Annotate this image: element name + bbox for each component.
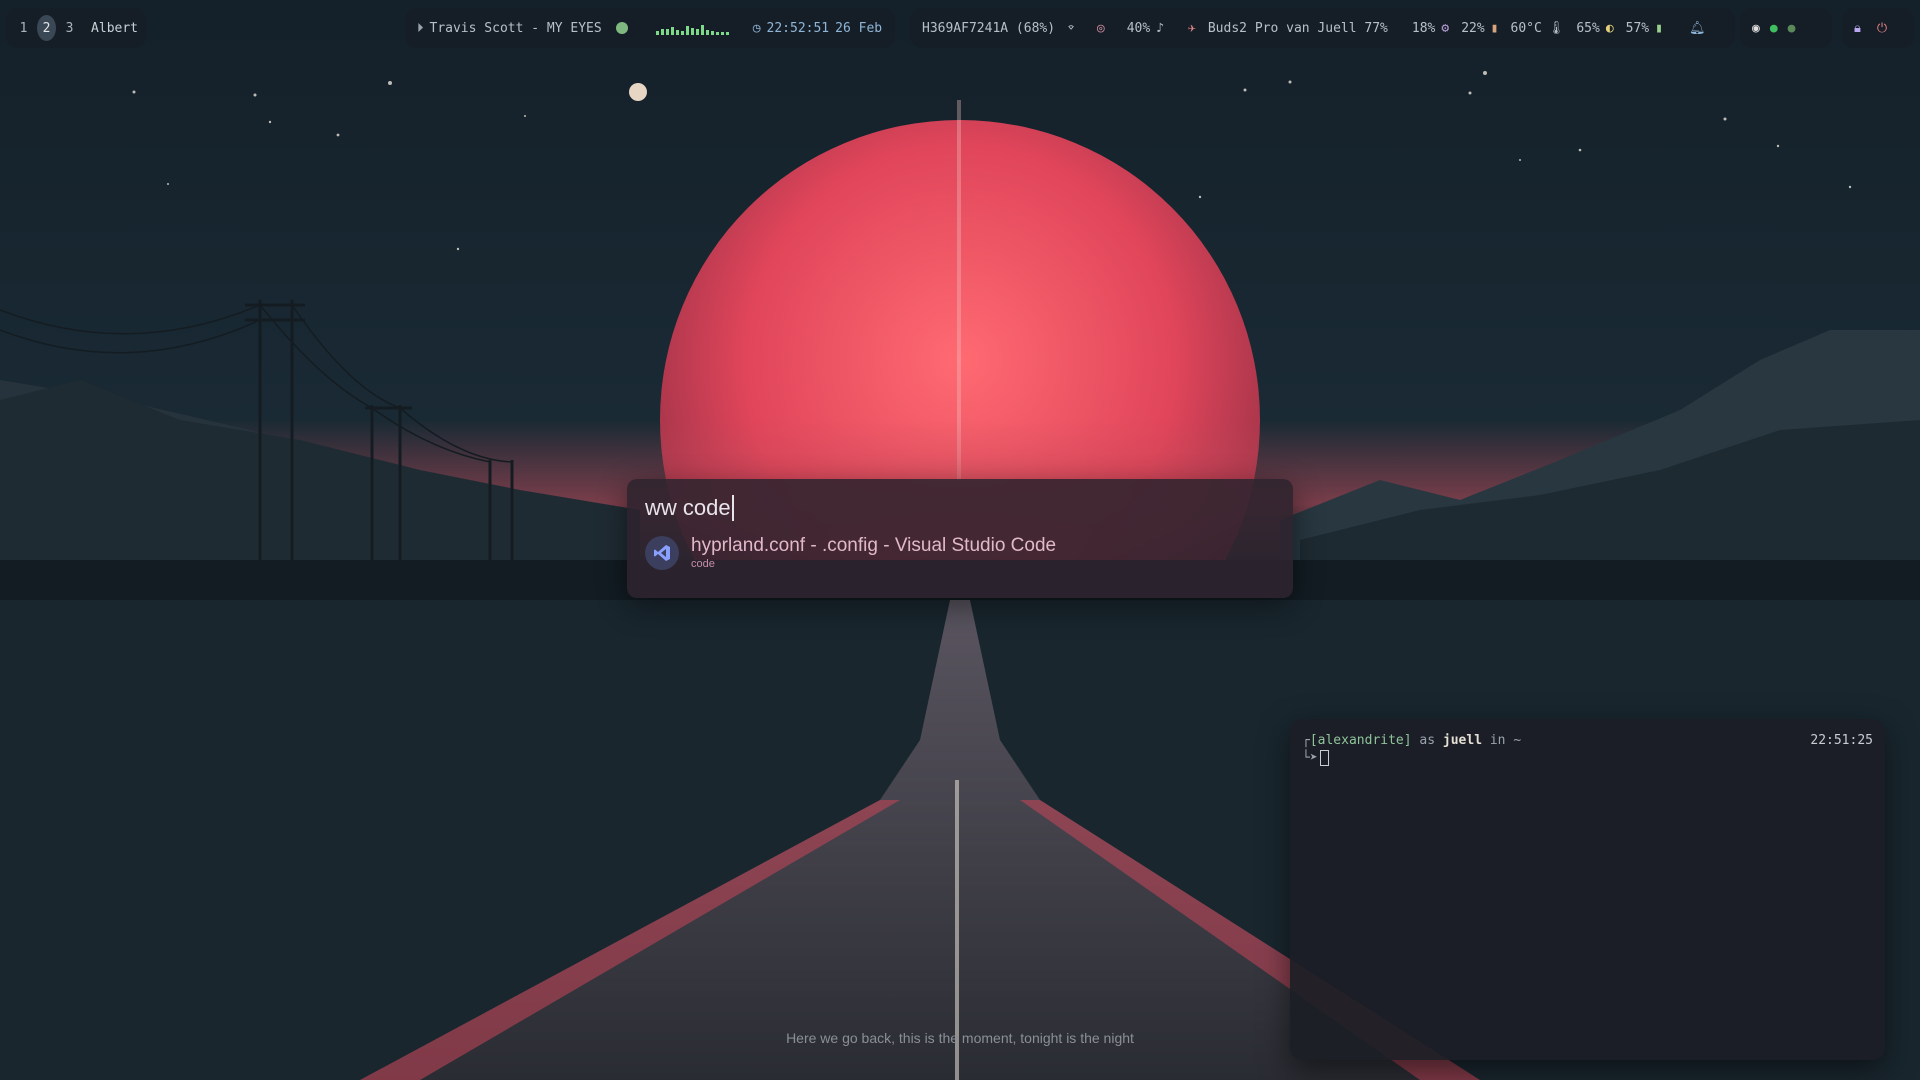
prompt: ┌[alexandrite] as juell in ~	[1302, 733, 1522, 748]
power-icon[interactable]: ⏻	[1877, 21, 1887, 36]
spotify-icon	[615, 22, 628, 34]
wifi-icon: ⌔	[1067, 20, 1075, 36]
volume-value[interactable]: 40%	[1127, 21, 1150, 36]
memory-value[interactable]: 22%	[1461, 21, 1484, 36]
prompt-as: as	[1419, 733, 1436, 748]
result-title: hyprland.conf - .config - Visual Studio …	[691, 535, 1057, 556]
text-caret	[731, 495, 734, 521]
tray-obs-icon[interactable]: ◉	[1752, 21, 1760, 36]
prompt-user: juell	[1442, 733, 1483, 748]
clock-icon: ◷	[752, 20, 761, 36]
brightness-icon: ◐	[1605, 20, 1614, 36]
bluetooth-headset-icon: ✈	[1188, 20, 1196, 36]
headphones-icon: ♪	[1156, 20, 1165, 36]
terminal-cursor	[1319, 750, 1329, 766]
bluetooth-device[interactable]: Buds2 Pro van Juell 77%	[1208, 21, 1388, 36]
launcher-query: ww code	[645, 495, 731, 520]
cpu-value[interactable]: 18%	[1412, 21, 1435, 36]
eye-off-icon[interactable]: ◎	[1097, 21, 1105, 36]
result-subtitle: code	[691, 558, 715, 570]
status-group: H369AF7241A (68%) ⌔ ◎ 40% ♪ ✈ Buds2 Pro …	[910, 8, 1735, 48]
prompt-dir: in ~	[1489, 733, 1522, 748]
audio-visualizer	[655, 21, 729, 35]
small-moon	[629, 83, 647, 101]
prompt-line: ┌[alexandrite] as juell in ~ 22:51:25	[1302, 733, 1873, 748]
workspace-1[interactable]: 1	[14, 15, 33, 41]
terminal-window[interactable]: ┌[alexandrite] as juell in ~ 22:51:25 └➤	[1290, 719, 1885, 1060]
tray-spotify-icon[interactable]: ●	[1770, 21, 1778, 36]
clock-date[interactable]: 26 Feb	[835, 21, 882, 36]
lyrics-overlay: Here we go back, this is the moment, ton…	[786, 1030, 1134, 1046]
brightness-value[interactable]: 65%	[1576, 21, 1599, 36]
active-window-title: Albert	[91, 20, 139, 36]
power-group: 🔒︎ ⏻	[1842, 8, 1914, 48]
media-track[interactable]: Travis Scott - MY EYES	[430, 21, 602, 36]
input-line[interactable]: └➤	[1302, 750, 1873, 766]
clock-time[interactable]: 22:52:51	[767, 21, 830, 36]
workspaces-group: 1 2 3 Albert	[6, 8, 146, 48]
launcher-search-input[interactable]: ww code	[645, 495, 1275, 521]
tray-app-icon[interactable]: ●	[1788, 21, 1796, 36]
prompt-time: 22:51:25	[1810, 733, 1873, 748]
workspace-3[interactable]: 3	[60, 15, 79, 41]
play-icon[interactable]: ⏵	[417, 21, 424, 36]
albert-launcher: ww code hyprland.conf - .config - Visual…	[627, 479, 1293, 598]
notification-bell-icon[interactable]: 🔔︎	[1689, 21, 1706, 36]
memory-icon: ▮	[1490, 20, 1499, 36]
media-clock-group: ⏵ Travis Scott - MY EYES ◷ 22:52:51 26 F…	[405, 8, 895, 48]
cpu-icon: ⚙	[1441, 20, 1450, 36]
vscode-icon	[645, 535, 679, 570]
network-ssid[interactable]: H369AF7241A (68%)	[922, 21, 1055, 36]
lock-icon[interactable]: 🔒︎	[1854, 21, 1861, 36]
tray-group: ◉ ● ●	[1740, 8, 1832, 48]
temperature-value[interactable]: 60°C	[1511, 21, 1542, 36]
launcher-result-item[interactable]: hyprland.conf - .config - Visual Studio …	[645, 535, 1275, 570]
battery-value[interactable]: 57%	[1626, 21, 1649, 36]
workspace-2[interactable]: 2	[37, 15, 57, 41]
prompt-host: [alexandrite]	[1309, 733, 1412, 748]
thermometer-icon: 🌡︎	[1547, 20, 1565, 36]
battery-icon: ▮	[1655, 20, 1663, 36]
